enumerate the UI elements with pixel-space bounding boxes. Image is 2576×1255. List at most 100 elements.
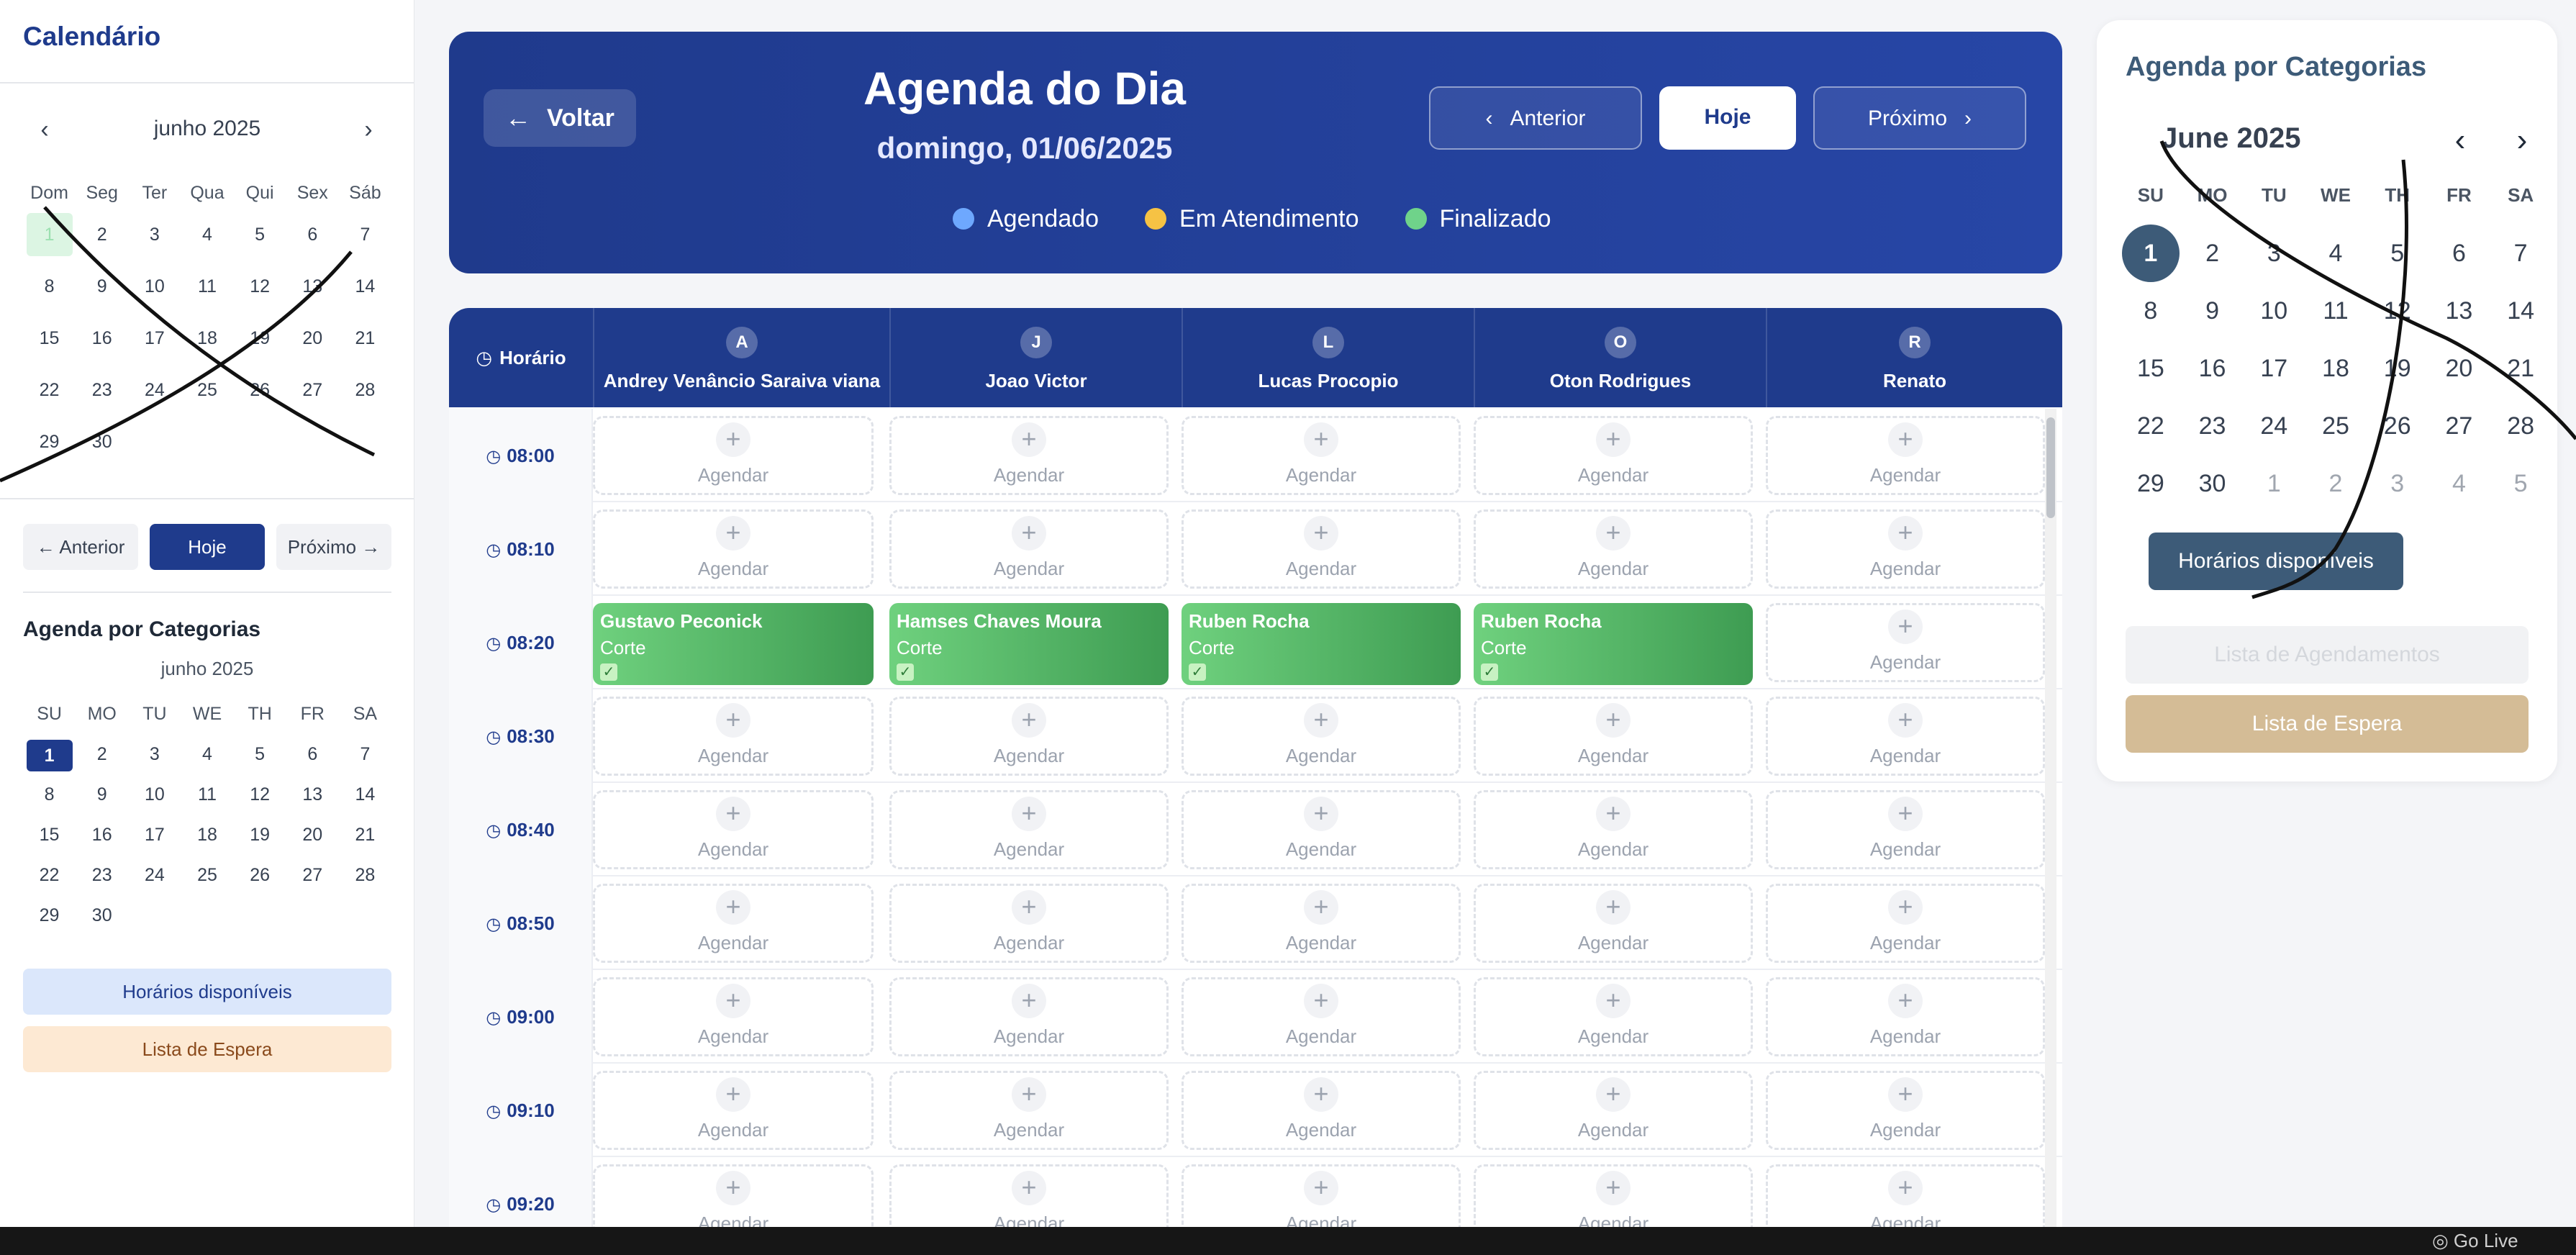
appointment-card[interactable]: Ruben Rocha Corte ✓	[1182, 603, 1461, 685]
calendar-day[interactable]: 14	[339, 271, 391, 322]
empty-slot[interactable]: + Agendar	[1474, 790, 1753, 869]
calendar-day[interactable]: 17	[128, 820, 181, 861]
sidebar-prev-button[interactable]: ← Anterior	[23, 524, 138, 570]
empty-slot[interactable]: + Agendar	[1474, 416, 1753, 495]
calendar-day[interactable]: 8	[23, 780, 76, 820]
calendar-day[interactable]: 21	[2490, 340, 2552, 397]
calendar-day[interactable]: 22	[2120, 397, 2182, 455]
calendar-day[interactable]: 17	[128, 322, 181, 374]
calendar-day[interactable]: 8	[23, 271, 76, 322]
calendar-day[interactable]: 6	[286, 740, 339, 780]
calendar-day-outside[interactable]: 5	[2490, 455, 2552, 512]
empty-slot[interactable]: + Agendar	[1474, 697, 1753, 776]
empty-slot[interactable]: + Agendar	[1766, 790, 2045, 869]
calendar-day[interactable]: 10	[128, 271, 181, 322]
calendar-day[interactable]: 27	[286, 374, 339, 426]
calendar-day[interactable]: 20	[2428, 340, 2490, 397]
calendar-day[interactable]: 25	[181, 861, 233, 901]
calendar-day[interactable]: 18	[2305, 340, 2367, 397]
calendar-day[interactable]: 13	[286, 780, 339, 820]
empty-slot[interactable]: + Agendar	[593, 1164, 874, 1227]
empty-slot[interactable]: + Agendar	[1766, 1164, 2045, 1227]
empty-slot[interactable]: + Agendar	[1474, 977, 1753, 1056]
calendar-day[interactable]: 3	[128, 219, 181, 271]
calendar-day[interactable]: 18	[181, 820, 233, 861]
calendar-day[interactable]: 2	[76, 740, 128, 780]
calendar-day[interactable]: 26	[2367, 397, 2428, 455]
empty-slot[interactable]: + Agendar	[1766, 1071, 2045, 1150]
empty-slot[interactable]: + Agendar	[889, 790, 1169, 869]
calendar-day[interactable]: 21	[339, 322, 391, 374]
calendar-day[interactable]: 23	[76, 374, 128, 426]
appointment-card[interactable]: Hamses Chaves Moura Corte ✓	[889, 603, 1169, 685]
empty-slot[interactable]: + Agendar	[889, 977, 1169, 1056]
empty-slot[interactable]: + Agendar	[1766, 603, 2045, 682]
calendar-day[interactable]: 5	[234, 740, 286, 780]
calendar-day[interactable]: 12	[234, 271, 286, 322]
calendar-day[interactable]: 9	[76, 271, 128, 322]
calendar-day[interactable]: 4	[181, 219, 233, 271]
calendar-day[interactable]: 29	[23, 901, 76, 941]
calendar-day[interactable]: 2	[76, 219, 128, 271]
calendar-day[interactable]: 30	[76, 426, 128, 478]
calendar-day[interactable]: 9	[2182, 282, 2244, 340]
empty-slot[interactable]: + Agendar	[1766, 697, 2045, 776]
calendar-day[interactable]: 15	[23, 820, 76, 861]
sidebar-today-button[interactable]: Hoje	[150, 524, 265, 570]
calendar-day[interactable]: 30	[2182, 455, 2244, 512]
calendar-day[interactable]: 12	[2367, 282, 2428, 340]
empty-slot[interactable]: + Agendar	[1182, 790, 1461, 869]
empty-slot[interactable]: + Agendar	[889, 1164, 1169, 1227]
calendar-day[interactable]: 29	[2120, 455, 2182, 512]
calendar-day[interactable]: 24	[2243, 397, 2305, 455]
calendar-day[interactable]: 28	[2490, 397, 2552, 455]
sidebar-next-button[interactable]: Próximo →	[276, 524, 391, 570]
appointments-list-button[interactable]: Lista de Agendamentos	[2126, 626, 2529, 684]
calendar-day[interactable]: 19	[234, 322, 286, 374]
calendar-day[interactable]: 5	[234, 219, 286, 271]
calendar-day[interactable]: 9	[76, 780, 128, 820]
calendar-day-outside[interactable]: 1	[2243, 455, 2305, 512]
waitlist-button[interactable]: Lista de Espera	[2126, 695, 2529, 753]
calendar-day[interactable]: 10	[128, 780, 181, 820]
empty-slot[interactable]: + Agendar	[1766, 416, 2045, 495]
calendar-day-selected[interactable]: 1	[23, 740, 76, 780]
calendar-day-outside[interactable]: 2	[2305, 455, 2367, 512]
empty-slot[interactable]: + Agendar	[1474, 884, 1753, 963]
calendar-day[interactable]: 25	[2305, 397, 2367, 455]
prev-day-button[interactable]: ‹ Anterior	[1429, 86, 1642, 150]
calendar-day[interactable]: 16	[2182, 340, 2244, 397]
calendar-day[interactable]: 22	[23, 861, 76, 901]
calendar-day[interactable]: 23	[2182, 397, 2244, 455]
empty-slot[interactable]: + Agendar	[593, 977, 874, 1056]
empty-slot[interactable]: + Agendar	[1182, 977, 1461, 1056]
calendar-day[interactable]: 7	[339, 219, 391, 271]
empty-slot[interactable]: + Agendar	[593, 1071, 874, 1150]
empty-slot[interactable]: + Agendar	[1182, 884, 1461, 963]
empty-slot[interactable]: + Agendar	[593, 884, 874, 963]
calendar-day[interactable]: 24	[128, 861, 181, 901]
empty-slot[interactable]: + Agendar	[1474, 1071, 1753, 1150]
calendar-day[interactable]: 19	[234, 820, 286, 861]
chevron-left-icon[interactable]: ‹	[2442, 122, 2478, 158]
empty-slot[interactable]: + Agendar	[1182, 1071, 1461, 1150]
next-month-icon[interactable]: ›	[353, 115, 384, 147]
calendar-day[interactable]: 2	[2182, 225, 2244, 282]
calendar-day[interactable]: 22	[23, 374, 76, 426]
calendar-day[interactable]: 25	[181, 374, 233, 426]
table-scrollbar[interactable]	[2045, 409, 2056, 1227]
empty-slot[interactable]: + Agendar	[889, 884, 1169, 963]
empty-slot[interactable]: + Agendar	[1766, 884, 2045, 963]
calendar-day-outside[interactable]: 4	[2428, 455, 2490, 512]
calendar-day[interactable]: 18	[181, 322, 233, 374]
calendar-day[interactable]: 12	[234, 780, 286, 820]
calendar-day[interactable]: 24	[128, 374, 181, 426]
calendar-day[interactable]: 11	[181, 271, 233, 322]
empty-slot[interactable]: + Agendar	[593, 509, 874, 589]
empty-slot[interactable]: + Agendar	[889, 1071, 1169, 1150]
calendar-day[interactable]: 15	[23, 322, 76, 374]
calendar-day[interactable]: 16	[76, 820, 128, 861]
calendar-day[interactable]: 13	[2428, 282, 2490, 340]
calendar-day[interactable]: 8	[2120, 282, 2182, 340]
next-day-button[interactable]: Próximo ›	[1813, 86, 2026, 150]
